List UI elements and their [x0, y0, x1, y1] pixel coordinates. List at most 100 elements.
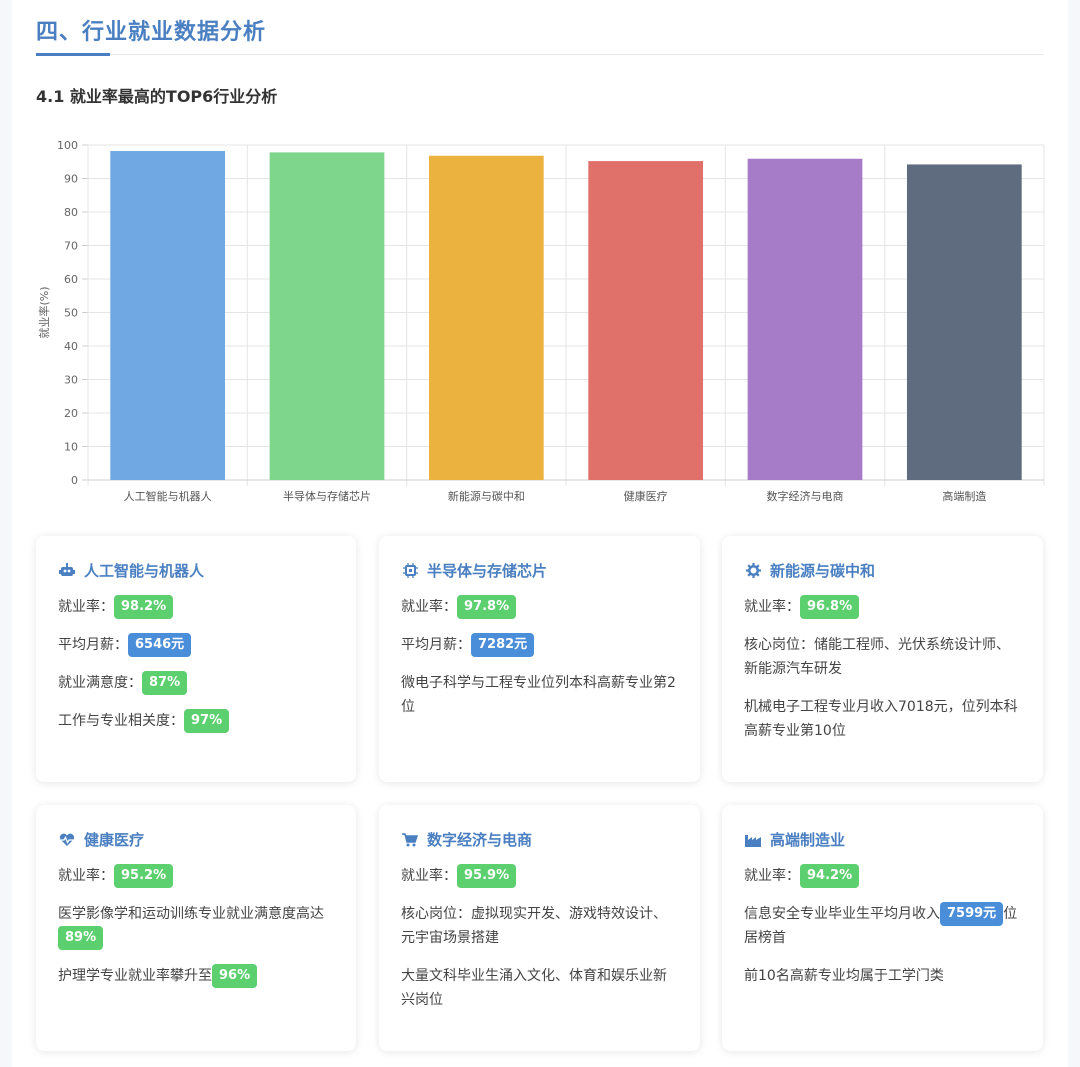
y-tick-label: 100 [57, 139, 78, 152]
bar [428, 155, 544, 480]
card-row-text: 前10名高薪专业均属于工学门类 [744, 968, 944, 984]
card-title: 数字经济与电商 [427, 831, 533, 849]
card-row: 平均月薪： 6546元 [58, 633, 334, 657]
value-badge: 95.9% [457, 864, 517, 888]
y-tick-label: 40 [64, 340, 78, 353]
chip-icon [401, 563, 419, 579]
y-axis-title: 就业率(%) [37, 286, 51, 338]
card-row: 就业率： 94.2% [744, 864, 1021, 888]
x-tick-label: 人工智能与机器人 [124, 489, 212, 503]
y-tick-label: 50 [64, 307, 78, 320]
employment-rate-bar-chart: 0 10 20 30 40 50 60 70 80 90 100 人工智能与机器人 半导体与存储芯片 新能… [37, 139, 1045, 503]
card-row: 大量文科毕业生涌入文化、体育和娱乐业新兴岗位 [401, 964, 678, 1012]
y-tick-label: 70 [64, 240, 78, 253]
y-tick-label: 10 [64, 441, 78, 454]
card-row: 就业率： 96.8% [744, 595, 1021, 619]
industry-card: 高端制造业就业率： 94.2% 信息安全专业毕业生平均月收入 7599元 位居榜首前10… [722, 805, 1043, 1051]
card-header: 高端制造业 [744, 829, 1021, 850]
card-row-text: 信息安全专业毕业生平均月收入 [744, 906, 940, 922]
y-tick-label: 90 [64, 173, 78, 186]
section-title: 四、行业就业数据分析 [36, 20, 267, 45]
y-tick-label: 80 [64, 206, 78, 219]
card-title: 健康医疗 [84, 831, 145, 849]
value-badge: 95.2% [114, 864, 174, 888]
value-badge: 97% [184, 709, 230, 733]
card-row: 就业满意度： 87% [58, 671, 334, 695]
x-tick-label: 高端制造 [942, 489, 986, 503]
value-badge: 7282元 [471, 633, 535, 657]
y-tick-label: 0 [71, 474, 78, 487]
industry-card: 人工智能与机器人 就业率： 98.2% 平均月薪： 6546元 就业满意度： 87% 工作与专… [36, 536, 356, 782]
card-header: 半导体与存储芯片 [401, 560, 678, 581]
heartbeat-icon [58, 832, 76, 848]
card-row-text: 平均月薪： [58, 637, 128, 653]
card-header: 新能源与碳中和 [744, 560, 1021, 581]
value-badge: 7599元 [940, 902, 1004, 926]
card-row-text: 就业率： [744, 868, 800, 884]
page: 四、行业就业数据分析 4.1 就业率最高的TOP6行业分析 0 10 20 30 40 5… [0, 0, 1080, 1067]
industry-card: 数字经济与电商就业率： 95.9% 核心岗位：虚拟现实开发、游戏特效设计、元宇宙场景… [379, 805, 700, 1051]
x-tick-label: 数字经济与电商 [767, 489, 844, 503]
x-tick-label: 新能源与碳中和 [448, 489, 525, 503]
title-divider [36, 54, 1044, 55]
card-row: 前10名高薪专业均属于工学门类 [744, 964, 1021, 988]
card-title: 高端制造业 [770, 831, 846, 849]
value-badge: 98.2% [114, 595, 174, 619]
card-row-text: 就业率： [401, 868, 457, 884]
card-row-text: 就业率： [58, 599, 114, 615]
y-tick-label: 20 [64, 407, 78, 420]
cart-icon [401, 832, 419, 848]
card-header: 健康医疗 [58, 829, 334, 850]
value-badge: 87% [142, 671, 188, 695]
card-row: 微电子科学与工程专业位列本科高薪专业第2位 [401, 671, 678, 719]
y-tick-label: 60 [64, 273, 78, 286]
value-badge: 96.8% [800, 595, 860, 619]
x-tick-label: 半导体与存储芯片 [283, 489, 371, 503]
card-row: 医学影像学和运动训练专业就业满意度高达 89% [58, 902, 334, 950]
card-row-text: 核心岗位：储能工程师、光伏系统设计师、新能源汽车研发 [744, 637, 1010, 677]
value-badge: 97.8% [457, 595, 517, 619]
card-row: 信息安全专业毕业生平均月收入 7599元 位居榜首 [744, 902, 1021, 950]
card-row-text: 医学影像学和运动训练专业就业满意度高达 [58, 906, 324, 922]
card-row: 护理学专业就业率攀升至 96% [58, 964, 334, 988]
card-row: 工作与专业相关度： 97% [58, 709, 334, 733]
card-row-text: 核心岗位：虚拟现实开发、游戏特效设计、元宇宙场景搭建 [401, 906, 667, 946]
card-title: 半导体与存储芯片 [427, 562, 548, 580]
card-row-text: 微电子科学与工程专业位列本科高薪专业第2位 [401, 675, 676, 715]
industry-card: 新能源与碳中和 就业率： 96.8% 核心岗位：储能工程师、光伏系统设计师、新能源汽车… [722, 536, 1043, 782]
subsection-title: 4.1 就业率最高的TOP6行业分析 [36, 87, 278, 106]
title-accent-bar [36, 53, 110, 56]
card-row: 机械电子工程专业月收入7018元，位列本科高薪专业第10位 [744, 695, 1021, 743]
card-row-text: 机械电子工程专业月收入7018元，位列本科高薪专业第10位 [744, 699, 1018, 739]
bar [588, 161, 704, 480]
card-row-text: 平均月薪： [401, 637, 471, 653]
value-badge: 96% [212, 964, 258, 988]
card-row-text: 就业满意度： [58, 675, 142, 691]
card-header: 数字经济与电商 [401, 829, 678, 850]
card-header: 人工智能与机器人 [58, 560, 334, 581]
value-badge: 94.2% [800, 864, 860, 888]
x-tick-label: 健康医疗 [624, 489, 668, 503]
card-row-text: 就业率： [58, 868, 114, 884]
card-row: 就业率： 97.8% [401, 595, 678, 619]
card-row: 平均月薪： 7282元 [401, 633, 678, 657]
card-row-text: 工作与专业相关度： [58, 713, 184, 729]
industry-card: 半导体与存储芯片就业率： 97.8% 平均月薪： 7282元微电子科学与工程专业位列本… [379, 536, 700, 782]
bar [110, 151, 226, 480]
industry-card: 健康医疗就业率： 95.2% 医学影像学和运动训练专业就业满意度高达 89% 护理学专业… [36, 805, 356, 1051]
value-badge: 89% [58, 926, 104, 950]
value-badge: 6546元 [128, 633, 192, 657]
card-row-text: 就业率： [744, 599, 800, 615]
card-row-text: 护理学专业就业率攀升至 [58, 968, 212, 984]
bar [906, 164, 1022, 480]
card-title: 人工智能与机器人 [84, 562, 205, 580]
bar [747, 158, 863, 481]
bar [269, 152, 385, 480]
card-row-text: 就业率： [401, 599, 457, 615]
card-row: 核心岗位：储能工程师、光伏系统设计师、新能源汽车研发 [744, 633, 1021, 681]
card-row-text: 大量文科毕业生涌入文化、体育和娱乐业新兴岗位 [401, 968, 667, 1008]
factory-icon [744, 832, 762, 848]
robot-icon [58, 563, 76, 579]
gear-icon [744, 563, 762, 579]
card-row: 就业率： 95.2% [58, 864, 334, 888]
